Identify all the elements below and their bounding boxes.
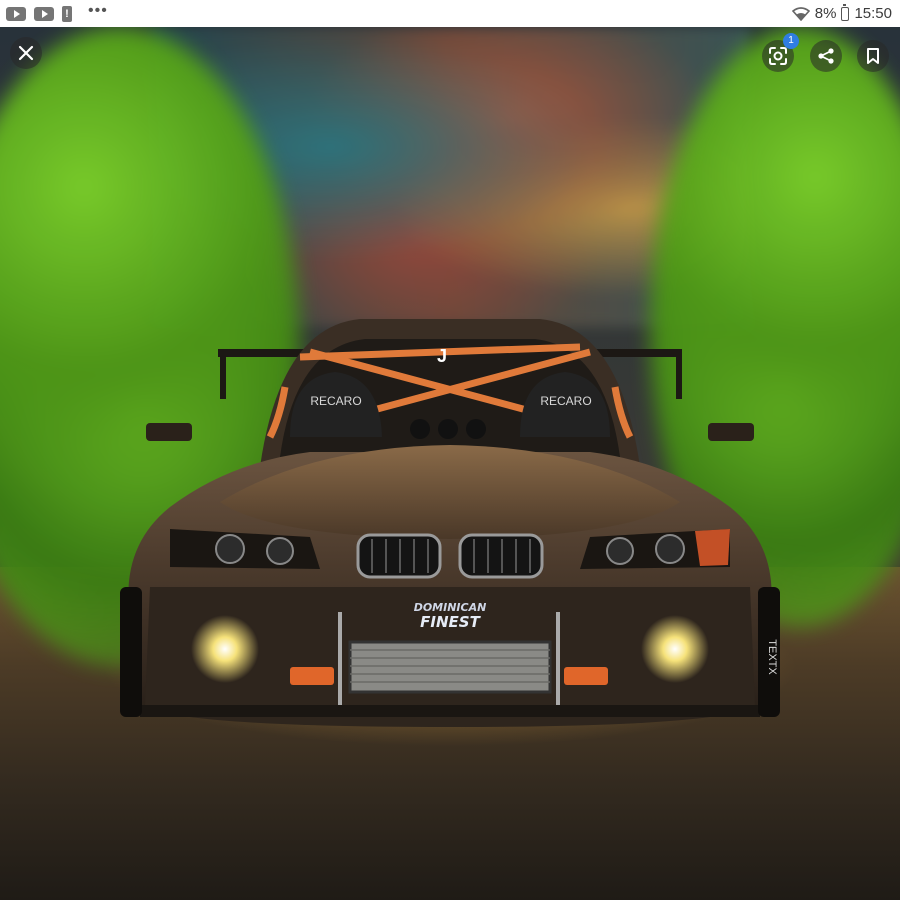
tow-hook-right xyxy=(564,667,608,685)
car-photo[interactable]: J RECARO RECARO DOMINICAN FINEST TEXTX xyxy=(0,27,900,900)
close-icon xyxy=(18,45,34,61)
fog-light-right xyxy=(641,615,709,683)
fog-light-left xyxy=(191,615,259,683)
battery-percent: 8% xyxy=(814,5,837,22)
mirror-left xyxy=(146,423,192,441)
tire-sidewall-text: TEXTX xyxy=(766,639,778,675)
battery-icon xyxy=(841,4,850,21)
tow-hook-left xyxy=(290,667,334,685)
front-splitter xyxy=(140,705,760,717)
clock: 15:50 xyxy=(854,5,892,22)
cage-logo: J xyxy=(437,346,447,366)
share-button[interactable] xyxy=(810,40,842,72)
google-lens-icon xyxy=(769,47,787,65)
image-viewer-screen: ! ••• 8% 15:50 J RECARO RECARO DOMINICAN… xyxy=(0,0,900,900)
youtube-icon xyxy=(6,6,26,21)
seat-brand-left: RECARO xyxy=(310,394,361,408)
more-dots-icon: ••• xyxy=(88,1,108,19)
sponsor-line2: FINEST xyxy=(420,613,481,631)
alert-icon: ! xyxy=(62,5,72,22)
close-button[interactable] xyxy=(10,37,42,69)
bookmark-icon xyxy=(867,48,879,64)
seat-brand-right: RECARO xyxy=(540,394,591,408)
drift-car: J RECARO RECARO DOMINICAN FINEST TEXTX xyxy=(120,319,780,727)
tire-left xyxy=(120,587,142,717)
mirror-right xyxy=(708,423,754,441)
share-icon xyxy=(818,48,834,64)
status-bar-system: 8% 15:50 xyxy=(791,4,900,22)
status-bar: ! ••• 8% 15:50 xyxy=(0,0,900,27)
wifi-icon xyxy=(791,6,810,21)
youtube-icon xyxy=(34,6,54,21)
lens-notification-badge: 1 xyxy=(783,33,799,49)
status-bar-notifications: ! ••• xyxy=(0,1,108,22)
bookmark-button[interactable] xyxy=(857,40,889,72)
